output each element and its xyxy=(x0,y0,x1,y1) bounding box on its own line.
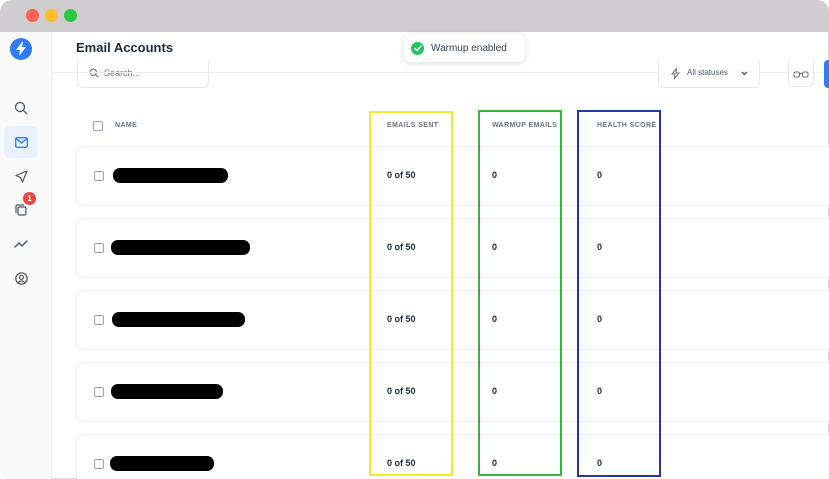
user-circle-icon xyxy=(14,271,28,285)
toast-message: Warmup enabled xyxy=(431,42,507,54)
sidebar-item-copy[interactable]: 1 xyxy=(4,192,38,226)
sidebar-item-profile[interactable] xyxy=(4,262,38,294)
mail-icon xyxy=(14,136,28,148)
warmup-toast: Warmup enabled xyxy=(404,34,525,62)
view-toggle-button[interactable] xyxy=(788,60,814,87)
minimize-window-button[interactable] xyxy=(45,9,58,22)
warmup-emails-highlight xyxy=(478,110,562,476)
close-window-button[interactable] xyxy=(26,9,39,22)
emails-sent-highlight xyxy=(369,111,453,476)
search-icon xyxy=(14,101,28,115)
search-placeholder: Search... xyxy=(104,68,141,78)
sidebar: 1 xyxy=(0,32,52,479)
page-title: Email Accounts xyxy=(76,40,174,55)
title-bar xyxy=(0,0,829,32)
add-account-button[interactable] xyxy=(824,60,829,88)
redacted-email xyxy=(112,312,245,327)
redacted-email xyxy=(111,240,250,255)
search-input[interactable]: Search... xyxy=(77,60,209,88)
row-checkbox[interactable] xyxy=(94,459,104,469)
glasses-icon xyxy=(793,71,809,78)
send-icon xyxy=(14,169,28,183)
lightning-bolt-icon[interactable] xyxy=(10,38,32,60)
search-icon xyxy=(89,68,99,78)
row-checkbox[interactable] xyxy=(94,171,104,181)
row-checkbox[interactable] xyxy=(94,315,104,325)
status-filter-label: All statuses xyxy=(687,68,728,77)
zoom-window-button[interactable] xyxy=(64,9,77,22)
redacted-email xyxy=(113,168,228,183)
redacted-email xyxy=(110,456,214,471)
status-filter-dropdown[interactable]: All statuses xyxy=(658,60,760,88)
health-score-highlight xyxy=(577,110,661,477)
row-checkbox[interactable] xyxy=(94,387,104,397)
sidebar-item-search[interactable] xyxy=(4,92,38,124)
select-all-checkbox[interactable] xyxy=(93,121,103,131)
copy-icon xyxy=(15,204,27,216)
column-header-name[interactable]: NAME xyxy=(115,122,137,129)
redacted-email xyxy=(111,384,223,399)
sidebar-item-email-accounts[interactable] xyxy=(4,126,38,158)
check-circle-icon xyxy=(411,41,424,55)
row-checkbox[interactable] xyxy=(94,243,104,253)
app-window: 1 Search... Email Accounts Warmup enable… xyxy=(0,0,829,479)
sidebar-item-analytics[interactable] xyxy=(4,228,38,260)
lightning-bolt-icon xyxy=(671,68,680,79)
analytics-icon xyxy=(14,240,28,248)
sidebar-item-campaigns[interactable] xyxy=(4,160,38,192)
notification-badge: 1 xyxy=(23,192,36,205)
chevron-down-icon xyxy=(741,71,748,76)
